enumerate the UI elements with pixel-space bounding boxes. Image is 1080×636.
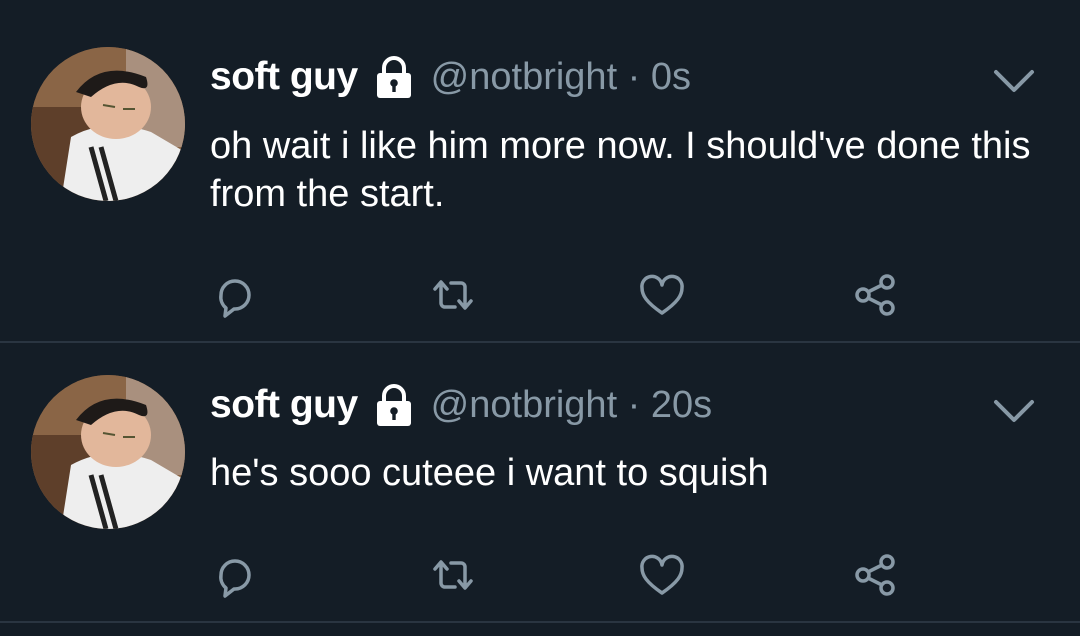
tweet-actions bbox=[0, 265, 1080, 325]
tweet-actions bbox=[0, 545, 1080, 605]
like-button[interactable] bbox=[632, 545, 692, 605]
retweet-button[interactable] bbox=[423, 265, 483, 325]
divider bbox=[0, 621, 1080, 623]
retweet-icon bbox=[433, 280, 473, 310]
reply-icon bbox=[219, 559, 251, 598]
retweet-icon bbox=[433, 560, 473, 590]
timeline: soft guy @notbright · 0s oh wait i like … bbox=[0, 0, 1080, 636]
handle-and-time[interactable]: @notbright · 0s bbox=[431, 56, 691, 99]
heart-icon bbox=[640, 554, 684, 595]
share-icon bbox=[855, 274, 895, 316]
chevron-down-icon[interactable] bbox=[992, 66, 1036, 96]
tweet[interactable]: soft guy @notbright · 20s he's sooo cute… bbox=[0, 343, 1080, 621]
retweet-button[interactable] bbox=[423, 545, 483, 605]
heart-icon bbox=[640, 274, 684, 315]
tweet-text: he's sooo cuteee i want to squish bbox=[210, 452, 769, 494]
tweet-header: soft guy @notbright · 0s bbox=[210, 52, 691, 102]
tweet-text: oh wait i like him more now. I should've… bbox=[210, 125, 1031, 215]
author-name[interactable]: soft guy bbox=[210, 55, 358, 99]
author-name[interactable]: soft guy bbox=[210, 383, 358, 427]
avatar[interactable] bbox=[31, 375, 185, 529]
share-icon bbox=[855, 554, 895, 596]
avatar-photo bbox=[31, 375, 185, 529]
reply-button[interactable] bbox=[205, 545, 265, 605]
lock-icon bbox=[371, 54, 417, 100]
avatar-photo bbox=[31, 47, 185, 201]
reply-button[interactable] bbox=[205, 265, 265, 325]
tweet-header: soft guy @notbright · 20s bbox=[210, 380, 712, 430]
handle-and-time[interactable]: @notbright · 20s bbox=[431, 384, 713, 427]
chevron-down-icon[interactable] bbox=[992, 396, 1036, 426]
share-button[interactable] bbox=[845, 265, 905, 325]
reply-icon bbox=[219, 279, 251, 318]
like-button[interactable] bbox=[632, 265, 692, 325]
avatar[interactable] bbox=[31, 47, 185, 201]
tweet[interactable]: soft guy @notbright · 0s oh wait i like … bbox=[0, 0, 1080, 341]
share-button[interactable] bbox=[845, 545, 905, 605]
lock-icon bbox=[371, 382, 417, 428]
